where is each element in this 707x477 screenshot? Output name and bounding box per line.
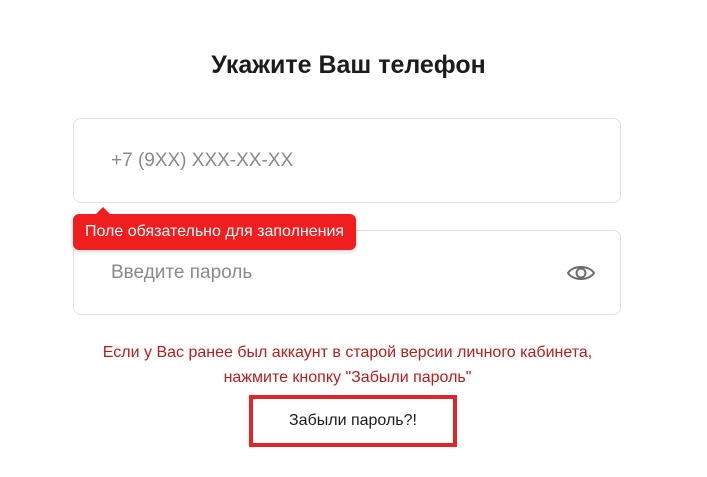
page-title: Укажите Ваш телефон (211, 51, 486, 79)
validation-message: Поле обязательно для заполнения (85, 223, 345, 240)
tooltip-arrow (96, 207, 110, 214)
old-account-notice: Если у Вас ранее был аккаунт в старой ве… (102, 344, 593, 386)
validation-tooltip: Поле обязательно для заполнения (73, 207, 357, 250)
phone-field-container (73, 118, 621, 203)
phone-input[interactable] (111, 119, 551, 202)
forgot-password-button[interactable]: Забыли пароль?! (249, 395, 457, 447)
login-page: Укажите Ваш телефон Поле обязательно для… (0, 0, 707, 477)
eye-icon[interactable] (566, 260, 596, 286)
